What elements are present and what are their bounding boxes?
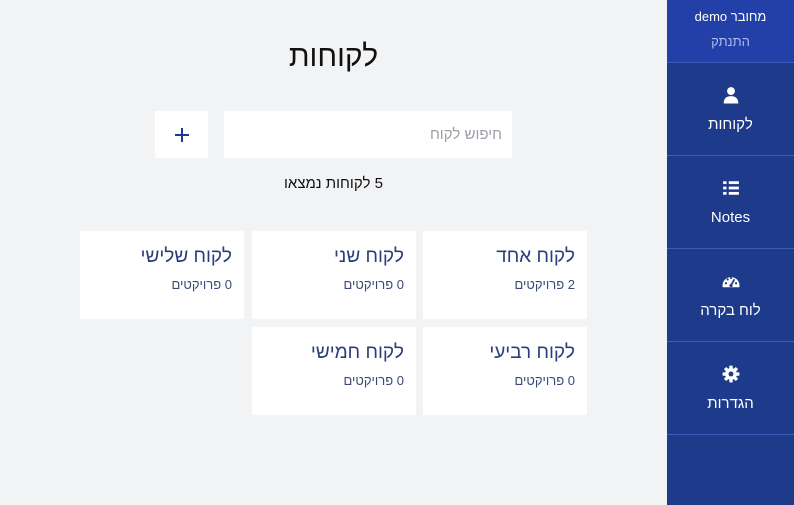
- client-name: לקוח רביעי: [489, 342, 575, 363]
- main-content: לקוחות 5 לקוחות נמצאו לקוח אחד 2 פרויקטי…: [0, 0, 667, 505]
- sidebar-item-label: לוח בקרה: [700, 301, 761, 319]
- sidebar-item-settings[interactable]: הגדרות: [667, 342, 794, 435]
- plus-icon: [174, 127, 189, 142]
- add-client-button[interactable]: [155, 111, 208, 158]
- client-projects: 0 פרויקטים: [343, 373, 404, 388]
- page-title: לקוחות: [288, 40, 379, 73]
- client-name: לקוח שני: [333, 246, 404, 267]
- sidebar-item-label: לקוחות: [708, 115, 753, 133]
- sidebar-item-label: Notes: [710, 208, 751, 226]
- list-icon: [722, 180, 739, 195]
- user-icon: [723, 86, 738, 103]
- sidebar-item-notes[interactable]: Notes: [667, 156, 794, 249]
- results-count: 5 לקוחות נמצאו: [284, 175, 383, 192]
- client-projects: 0 פרויקטים: [171, 277, 232, 292]
- sidebar-item-label: הגדרות: [707, 394, 754, 412]
- client-projects: 2 פרויקטים: [514, 277, 575, 292]
- client-name: לקוח אחד: [496, 246, 575, 267]
- search-input[interactable]: [224, 111, 512, 158]
- client-card[interactable]: לקוח שלישי 0 פרויקטים: [80, 231, 244, 319]
- client-card[interactable]: לקוח שני 0 פרויקטים: [252, 231, 416, 319]
- client-card[interactable]: לקוח אחד 2 פרויקטים: [423, 231, 587, 319]
- sidebar-item-clients[interactable]: לקוחות: [667, 63, 794, 156]
- logout-link[interactable]: התנתק: [667, 34, 794, 49]
- user-status: demo מחובר: [694, 9, 767, 24]
- user-box: demo מחובר התנתק: [667, 0, 794, 63]
- client-card[interactable]: לקוח רביעי 0 פרויקטים: [423, 327, 587, 415]
- client-name: לקוח שלישי: [140, 246, 232, 267]
- dashboard-icon: [722, 276, 739, 287]
- client-projects: 0 פרויקטים: [514, 373, 575, 388]
- client-projects: 0 פרויקטים: [343, 277, 404, 292]
- client-name: לקוח חמישי: [310, 342, 404, 363]
- gear-icon: [722, 365, 739, 382]
- client-card[interactable]: לקוח חמישי 0 פרויקטים: [252, 327, 416, 415]
- sidebar: demo מחובר התנתק לקוחות Notes לוח בקרה ה…: [667, 0, 794, 505]
- sidebar-item-dashboard[interactable]: לוח בקרה: [667, 249, 794, 342]
